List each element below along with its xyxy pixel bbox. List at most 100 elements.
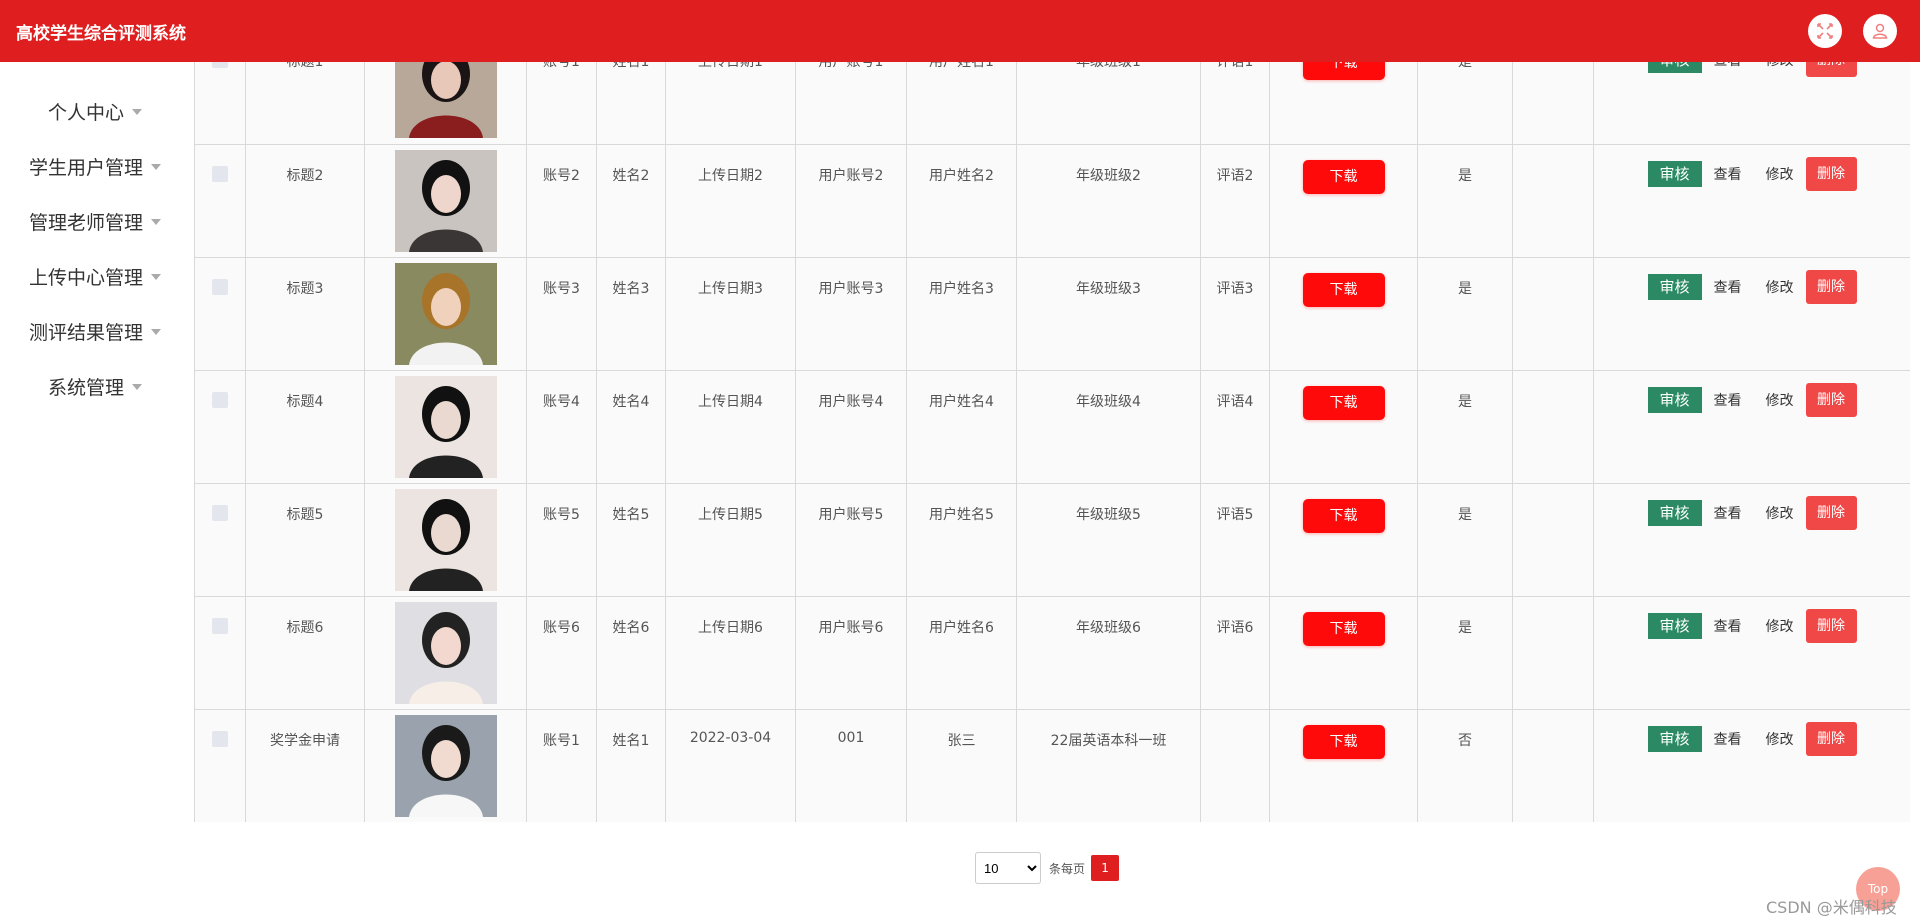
view-button[interactable]: 查看	[1702, 729, 1754, 749]
edit-button[interactable]: 修改	[1754, 390, 1806, 410]
data-table: 标题1账号1姓名1上传日期1用户账号1用户姓名1年级班级1评语1下载是审核查看修…	[194, 30, 1910, 822]
audit-button[interactable]: 审核	[1647, 500, 1702, 526]
delete-button[interactable]: 删除	[1805, 609, 1857, 643]
cell-date: 2022-03-04	[665, 709, 796, 822]
delete-button[interactable]: 删除	[1805, 722, 1857, 756]
photo-thumbnail[interactable]	[394, 263, 497, 365]
cell-date: 上传日期5	[665, 483, 796, 597]
pagination: 102050 条每页 1	[975, 852, 1120, 884]
download-button[interactable]: 下载	[1302, 499, 1385, 533]
cell-approved: 否	[1417, 709, 1513, 822]
row-checkbox[interactable]	[212, 618, 228, 634]
table-row: 标题4 账号4 姓名4 上传日期4 用户账号4 用户姓名4 年级班级4 评语4 下载是 审核 查看修…	[194, 370, 1910, 484]
cell-empty	[1512, 144, 1594, 258]
cell-account: 账号6	[526, 596, 597, 710]
download-button[interactable]: 下载	[1302, 612, 1385, 646]
caret-down-icon	[151, 163, 161, 170]
cell-user-name: 用户姓名4	[906, 370, 1017, 484]
sidebar-item-label: 测评结果管理	[28, 322, 143, 344]
table-row: 标题2 账号2 姓名2 上传日期2 用户账号2 用户姓名2 年级班级2 评语2 下载是 审核 查看修…	[194, 144, 1910, 258]
cell-empty	[1512, 596, 1594, 710]
audit-button[interactable]: 审核	[1647, 161, 1702, 187]
photo-thumbnail[interactable]	[394, 376, 497, 478]
row-actions: 审核查看修改删除	[1594, 609, 1910, 643]
cell-user-account: 001	[795, 709, 907, 822]
photo-thumbnail[interactable]	[394, 489, 497, 591]
photo-thumbnail[interactable]	[394, 150, 497, 252]
cell-user-name: 用户姓名5	[906, 483, 1017, 597]
audit-button[interactable]: 审核	[1647, 613, 1702, 639]
view-button[interactable]: 查看	[1702, 503, 1754, 523]
sidebar-item-1[interactable]: 学生用户管理	[0, 139, 190, 194]
download-button[interactable]: 下载	[1302, 160, 1385, 194]
download-button[interactable]: 下载	[1302, 273, 1385, 307]
sidebar-item-2[interactable]: 管理老师管理	[0, 194, 190, 249]
sidebar-item-3[interactable]: 上传中心管理	[0, 249, 190, 304]
cell-comment: 评语6	[1200, 596, 1270, 710]
cell-account: 账号4	[526, 370, 597, 484]
table-row: 奖学金申请 账号1 姓名1 2022-03-04 001 张三 22届英语本科一班 下载否 审核…	[194, 709, 1910, 822]
cell-comment: 评语4	[1200, 370, 1270, 484]
cell-title: 标题2	[245, 144, 365, 258]
row-checkbox[interactable]	[212, 392, 228, 408]
cell-account: 账号1	[526, 709, 597, 822]
user-icon[interactable]	[1863, 14, 1897, 48]
cell-name: 姓名5	[596, 483, 666, 597]
view-button[interactable]: 查看	[1702, 616, 1754, 636]
edit-button[interactable]: 修改	[1754, 164, 1806, 184]
row-checkbox[interactable]	[212, 731, 228, 747]
cell-title: 标题3	[245, 257, 365, 371]
cell-empty	[1512, 370, 1594, 484]
cell-empty	[1512, 709, 1594, 822]
row-checkbox[interactable]	[212, 166, 228, 182]
photo-thumbnail[interactable]	[394, 602, 497, 704]
cell-user-account: 用户账号2	[795, 144, 907, 258]
audit-button[interactable]: 审核	[1647, 274, 1702, 300]
edit-button[interactable]: 修改	[1754, 503, 1806, 523]
row-checkbox[interactable]	[212, 279, 228, 295]
delete-button[interactable]: 删除	[1805, 496, 1857, 530]
page-size-select[interactable]: 102050	[975, 852, 1041, 884]
cell-name: 姓名3	[596, 257, 666, 371]
cell-user-account: 用户账号3	[795, 257, 907, 371]
audit-button[interactable]: 审核	[1647, 726, 1702, 752]
view-button[interactable]: 查看	[1702, 277, 1754, 297]
cell-date: 上传日期4	[665, 370, 796, 484]
view-button[interactable]: 查看	[1702, 390, 1754, 410]
sidebar-item-5[interactable]: 系统管理	[0, 359, 190, 414]
audit-button[interactable]: 审核	[1647, 387, 1702, 413]
row-checkbox[interactable]	[212, 505, 228, 521]
delete-button[interactable]: 删除	[1805, 157, 1857, 191]
edit-button[interactable]: 修改	[1754, 729, 1806, 749]
cell-user-account: 用户账号5	[795, 483, 907, 597]
cell-title: 标题5	[245, 483, 365, 597]
delete-button[interactable]: 删除	[1805, 383, 1857, 417]
sidebar-item-label: 上传中心管理	[28, 267, 143, 289]
page-button-1[interactable]: 1	[1091, 855, 1120, 881]
cell-empty	[1512, 483, 1594, 597]
caret-down-icon	[151, 328, 161, 335]
cell-class: 年级班级5	[1016, 483, 1201, 597]
watermark: CSDN @米偶科技	[1766, 898, 1897, 917]
sidebar-item-4[interactable]: 测评结果管理	[0, 304, 190, 359]
view-button[interactable]: 查看	[1702, 164, 1754, 184]
caret-down-icon	[151, 218, 161, 225]
fullscreen-icon[interactable]	[1808, 14, 1842, 48]
cell-class: 22届英语本科一班	[1016, 709, 1201, 822]
download-button[interactable]: 下载	[1302, 725, 1385, 759]
cell-empty	[1512, 257, 1594, 371]
cell-user-name: 用户姓名2	[906, 144, 1017, 258]
cell-account: 账号3	[526, 257, 597, 371]
cell-title: 奖学金申请	[245, 709, 365, 822]
cell-comment	[1200, 709, 1270, 822]
download-button[interactable]: 下载	[1302, 386, 1385, 420]
table-row: 标题3 账号3 姓名3 上传日期3 用户账号3 用户姓名3 年级班级3 评语3 下载是 审核 查看修…	[194, 257, 1910, 371]
edit-button[interactable]: 修改	[1754, 616, 1806, 636]
delete-button[interactable]: 删除	[1805, 270, 1857, 304]
sidebar-item-0[interactable]: 个人中心	[0, 84, 190, 139]
edit-button[interactable]: 修改	[1754, 277, 1806, 297]
cell-title: 标题6	[245, 596, 365, 710]
cell-name: 姓名4	[596, 370, 666, 484]
cell-approved: 是	[1417, 144, 1513, 258]
photo-thumbnail[interactable]	[394, 715, 497, 817]
